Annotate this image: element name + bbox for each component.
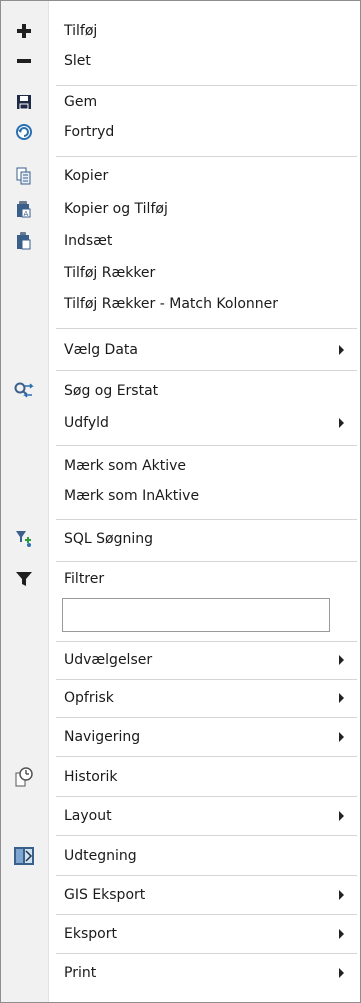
menu-item-label: Layout: [64, 808, 112, 824]
menu-item-label: Tilføj Rækker: [64, 265, 156, 281]
submenu-arrow-icon: [339, 345, 344, 355]
menu-item-eksport[interactable]: Eksport: [1, 919, 360, 949]
menu-separator: [56, 835, 357, 836]
menu-separator: [56, 953, 357, 954]
menu-item-gem[interactable]: Gem: [1, 87, 360, 117]
menu-item-label: Fortryd: [64, 124, 115, 140]
menu-item-tilfoj-raekker[interactable]: Tilføj Rækker: [1, 258, 360, 288]
submenu-arrow-icon: [339, 929, 344, 939]
search-replace-icon: [13, 380, 35, 402]
history-icon: [13, 766, 35, 788]
menu-item-opfrisk[interactable]: Opfrisk: [1, 683, 360, 713]
copy-add-icon: A: [13, 198, 35, 220]
menu-item-label: Tilføj Rækker - Match Kolonner: [64, 296, 279, 312]
menu-item-maerk-inaktive[interactable]: Mærk som InAktive: [1, 481, 360, 511]
menu-item-udfyld[interactable]: Udfyld: [1, 408, 360, 438]
menu-item-label: Navigering: [64, 729, 141, 745]
menu-item-label: Slet: [64, 53, 91, 69]
menu-item-slet[interactable]: Slet: [1, 46, 360, 76]
filter-icon: [13, 568, 35, 590]
menu-item-label: SQL Søgning: [64, 531, 154, 547]
menu-item-udvaelgelser[interactable]: Udvælgelser: [1, 645, 360, 675]
menu-item-gis-eksport[interactable]: GIS Eksport: [1, 880, 360, 910]
menu-separator: [56, 679, 357, 680]
menu-separator: [56, 561, 357, 562]
menu-item-layout[interactable]: Layout: [1, 801, 360, 831]
menu-separator: [56, 519, 357, 520]
menu-separator: [56, 85, 357, 86]
menu-item-label: Vælg Data: [64, 342, 138, 358]
menu-separator: [56, 641, 357, 642]
menu-item-navigering[interactable]: Navigering: [1, 722, 360, 752]
submenu-arrow-icon: [339, 811, 344, 821]
menu-item-sog-og-erstat[interactable]: Søg og Erstat: [1, 376, 360, 406]
menu-item-label: Kopier og Tilføj: [64, 201, 168, 217]
menu-item-label: Historik: [64, 769, 118, 785]
menu-item-historik[interactable]: Historik: [1, 762, 360, 792]
menu-separator: [56, 875, 357, 876]
menu-separator: [56, 156, 357, 157]
drawing-icon: [13, 845, 35, 867]
svg-text:A: A: [24, 210, 29, 218]
context-menu: Tilføj Slet Gem Fortryd Kopier A Kopier …: [0, 0, 361, 1003]
menu-item-label: Filtrer: [64, 571, 105, 587]
filter-input[interactable]: [62, 598, 330, 632]
menu-item-label: Eksport: [64, 926, 117, 942]
menu-item-sql-sogning[interactable]: SQL Søgning: [1, 524, 360, 554]
menu-item-filtrer[interactable]: Filtrer: [1, 564, 360, 594]
menu-item-label: Udvælgelser: [64, 652, 153, 668]
minus-icon: [13, 50, 35, 72]
menu-item-label: Gem: [64, 94, 98, 110]
menu-separator: [56, 445, 357, 446]
menu-separator: [56, 914, 357, 915]
menu-separator: [56, 756, 357, 757]
menu-item-tilfoj-raekker-match[interactable]: Tilføj Rækker - Match Kolonner: [1, 289, 360, 319]
submenu-arrow-icon: [339, 890, 344, 900]
menu-item-maerk-aktive[interactable]: Mærk som Aktive: [1, 451, 360, 481]
submenu-arrow-icon: [339, 732, 344, 742]
submenu-arrow-icon: [339, 418, 344, 428]
menu-separator: [56, 370, 357, 371]
menu-item-label: Udtegning: [64, 848, 137, 864]
submenu-arrow-icon: [339, 655, 344, 665]
menu-item-udtegning[interactable]: Udtegning: [1, 841, 360, 871]
menu-item-tilfoj[interactable]: Tilføj: [1, 16, 360, 46]
plus-icon: [13, 20, 35, 42]
menu-separator: [56, 796, 357, 797]
undo-icon: [13, 121, 35, 143]
menu-item-vaelg-data[interactable]: Vælg Data: [1, 335, 360, 365]
menu-item-label: Kopier: [64, 168, 109, 184]
menu-item-label: Indsæt: [64, 233, 113, 249]
menu-item-label: Mærk som InAktive: [64, 488, 200, 504]
paste-icon: [13, 230, 35, 252]
save-icon: [13, 91, 35, 113]
sql-search-icon: [13, 528, 35, 550]
menu-item-indsaet[interactable]: Indsæt: [1, 226, 360, 256]
menu-item-fortryd[interactable]: Fortryd: [1, 117, 360, 147]
menu-item-label: Opfrisk: [64, 690, 114, 706]
menu-item-label: Print: [64, 965, 97, 981]
submenu-arrow-icon: [339, 968, 344, 978]
copy-icon: [13, 165, 35, 187]
submenu-arrow-icon: [339, 693, 344, 703]
menu-item-kopier[interactable]: Kopier: [1, 161, 360, 191]
menu-item-print[interactable]: Print: [1, 958, 360, 988]
menu-item-label: Tilføj: [64, 23, 98, 39]
menu-item-label: Mærk som Aktive: [64, 458, 187, 474]
menu-separator: [56, 717, 357, 718]
menu-item-label: GIS Eksport: [64, 887, 146, 903]
menu-item-label: Søg og Erstat: [64, 383, 159, 399]
menu-item-label: Udfyld: [64, 415, 109, 431]
menu-item-kopier-og-tilfoj[interactable]: A Kopier og Tilføj: [1, 194, 360, 224]
menu-separator: [56, 328, 357, 329]
